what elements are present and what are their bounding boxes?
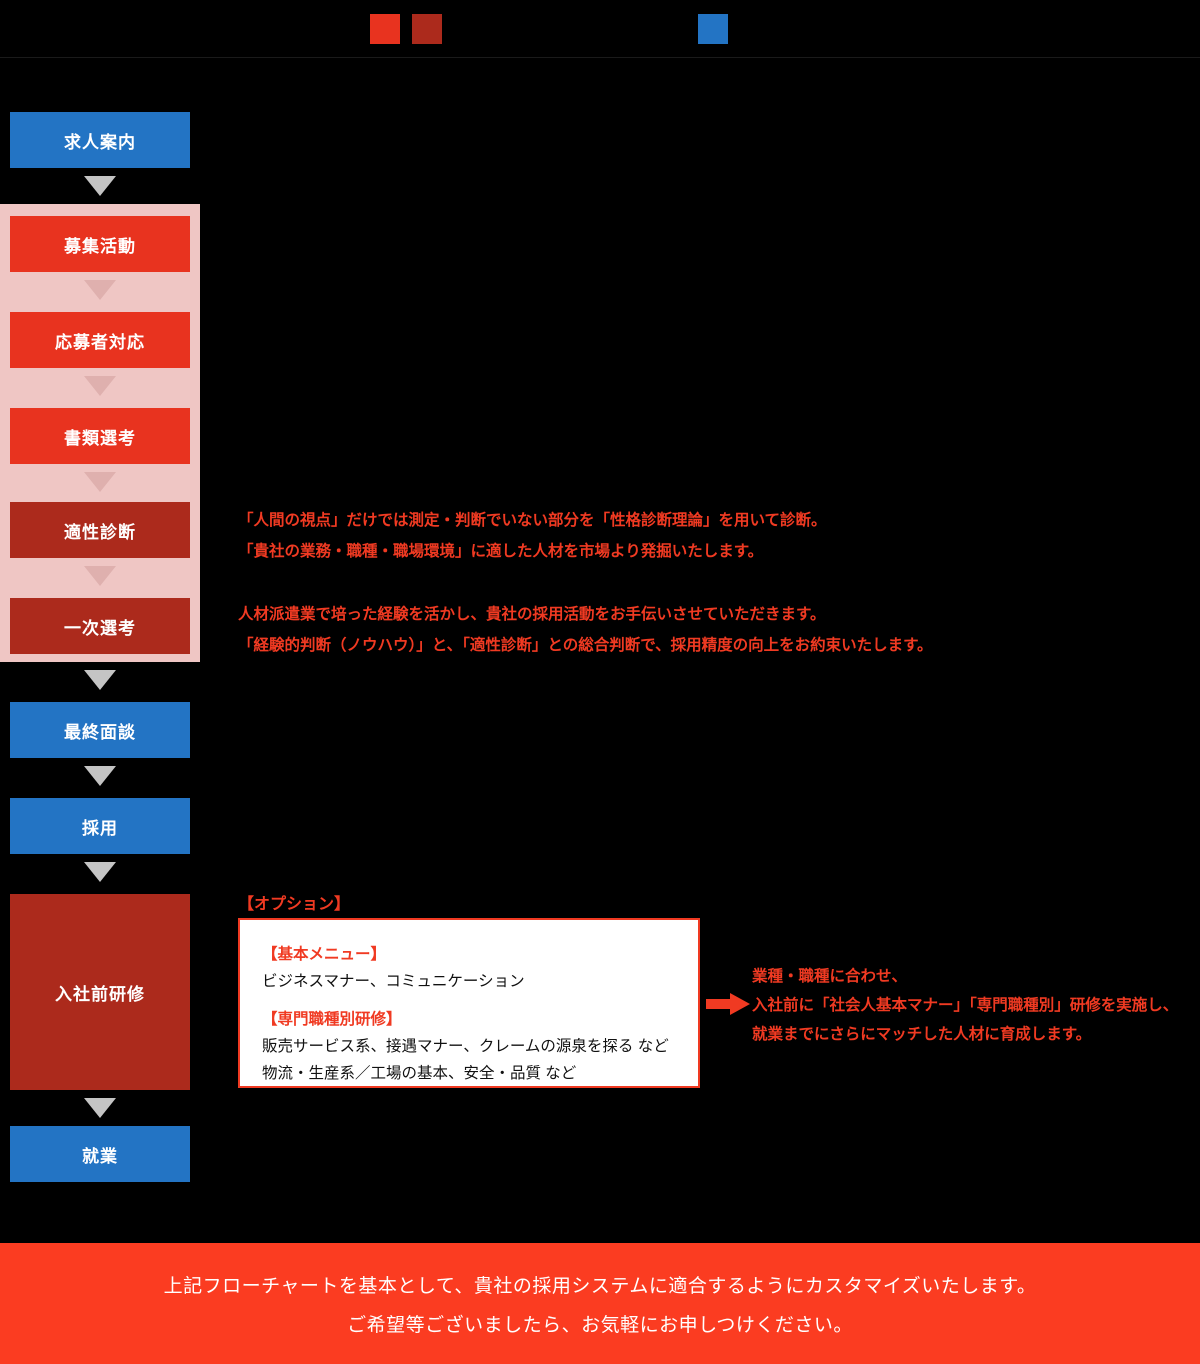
option-basic-body: ビジネスマナー、コミュニケーション [262,973,525,990]
flow-step-label: 適性診断 [64,522,136,542]
flow-step-nyusha-mae-kenshu[interactable]: 入社前研修 [10,894,190,1090]
legend-swatch-1 [370,14,400,44]
flow-arrow-9 [84,1098,116,1118]
legend-divider [0,57,1200,58]
option-special-body: 販売サービス系、接遇マナー、クレームの源泉を探る など 物流・生産系／工場の基本… [262,1038,669,1082]
flow-arrow-4 [84,472,116,492]
flow-step-boshu-katsudo[interactable]: 募集活動 [10,216,190,272]
flow-step-saiyo[interactable]: 採用 [10,798,190,854]
banner-line-2: ご希望等ございましたら、お気軽にお申しつけください。 [347,1314,853,1336]
flow-step-label: 求人案内 [64,132,136,152]
legend-swatch-2 [412,14,442,44]
banner-line-1: 上記フローチャートを基本として、貴社の採用システムに適合するようにカスタマイズい… [163,1275,1037,1297]
flow-arrow-2 [84,280,116,300]
flow-step-kyujin-annai[interactable]: 求人案内 [10,112,190,168]
option-right-note: 業種・職種に合わせ、 入社前に「社会人基本マナー」「専門職種別」研修を実施し、 … [752,968,1179,1043]
flow-step-label: 入社前研修 [55,984,145,1004]
bottom-banner: 上記フローチャートを基本として、貴社の採用システムに適合するようにカスタマイズい… [0,1243,1200,1364]
flow-arrow-1 [84,176,116,196]
flow-step-ichiji-senko[interactable]: 一次選考 [10,598,190,654]
flow-step-label: 一次選考 [64,618,136,638]
flow-step-obosha-taio[interactable]: 応募者対応 [10,312,190,368]
option-basic-heading: 【基本メニュー】 [262,946,387,963]
option-title: 【オプション】 [238,896,351,913]
note-tekisei-shindan: 「人間の視点」だけでは測定・判断でいない部分を「性格診断理論」を用いて診断。 「… [238,512,827,560]
legend-strip [0,0,1200,58]
flow-arrow-5 [84,566,116,586]
flow-step-label: 最終面談 [64,722,136,742]
flow-arrow-6 [84,670,116,690]
flow-step-label: 応募者対応 [55,332,145,352]
flow-step-saishu-mendan[interactable]: 最終面談 [10,702,190,758]
flow-step-shugyo[interactable]: 就業 [10,1126,190,1182]
legend-swatch-3 [698,14,728,44]
right-arrow-icon [706,993,750,1015]
flow-step-shorui-senko[interactable]: 書類選考 [10,408,190,464]
flow-step-label: 就業 [82,1146,118,1166]
note-ichiji-senko: 人材派遣業で培った経験を活かし、貴社の採用活動をお手伝いさせていただきます。 「… [238,606,933,654]
flow-arrow-3 [84,376,116,396]
flow-step-label: 書類選考 [64,428,136,448]
option-card: 【基本メニュー】 ビジネスマナー、コミュニケーション 【専門職種別研修】 販売サ… [238,918,700,1088]
flow-step-tekisei-shindan[interactable]: 適性診断 [10,502,190,558]
flow-arrow-7 [84,766,116,786]
recruitment-flowchart-page: 求人案内 募集活動 応募者対応 書類選考 適性診断 一次選考 最終面談 採用 入… [0,0,1200,1364]
flow-arrow-8 [84,862,116,882]
option-special-heading: 【専門職種別研修】 [262,1011,402,1028]
flow-step-label: 募集活動 [64,236,136,256]
flow-step-label: 採用 [82,818,118,838]
